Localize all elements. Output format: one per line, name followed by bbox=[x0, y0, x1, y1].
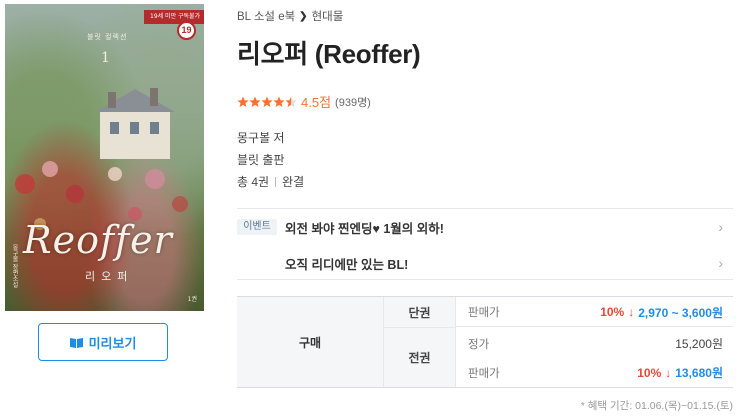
star-icon bbox=[249, 96, 261, 107]
book-open-icon bbox=[69, 337, 83, 348]
rating-count: (939명) bbox=[335, 96, 371, 109]
preview-button-label: 미리보기 bbox=[88, 335, 137, 351]
purchase-table: 구매 단권 전권 판매가 10% ↓ 2,970 ~ 3,600원 정가 15,… bbox=[237, 296, 733, 388]
full-regular-price-row: 정가 15,200원 bbox=[456, 329, 733, 358]
divider bbox=[275, 176, 277, 187]
sale-price-label: 판매가 bbox=[468, 367, 500, 380]
event-tag: 이벤트 bbox=[237, 219, 277, 235]
book-title: 리오퍼 (Reoffer) bbox=[237, 39, 421, 69]
down-arrow-icon: ↓ bbox=[665, 365, 672, 380]
down-arrow-icon: ↓ bbox=[628, 305, 635, 319]
sale-price: 2,970 ~ 3,600원 bbox=[638, 305, 723, 320]
rating-score: 4.5점 bbox=[301, 95, 332, 110]
cover-volume-number: 1 bbox=[101, 50, 110, 66]
age-19-badge: 19 bbox=[177, 21, 196, 40]
benefit-period-note: * 혜택 기간: 01.06.(목)~01.15.(토) bbox=[580, 400, 733, 412]
chevron-right-icon: › bbox=[718, 219, 723, 235]
full-sale-price-row: 판매가 10% ↓ 13,680원 bbox=[456, 358, 733, 387]
cover-title-art: Reoffer bbox=[23, 218, 173, 262]
single-volume-label: 단권 bbox=[384, 297, 456, 328]
star-icon bbox=[273, 96, 285, 107]
full-set-label: 전권 bbox=[384, 328, 456, 387]
sale-price-label: 판매가 bbox=[468, 307, 500, 319]
preview-button[interactable]: 미리보기 bbox=[38, 323, 168, 361]
cover-series-text: 블릿 컬렉션 bbox=[87, 33, 128, 41]
event-row[interactable]: 이벤트 외전 봐야 찐엔딩♥ 1월의 외하! › bbox=[237, 209, 733, 245]
volume-info: 총 4권 완결 bbox=[237, 173, 304, 190]
volume-count: 총 4권 bbox=[237, 175, 270, 189]
series-status: 완결 bbox=[282, 175, 305, 189]
publisher[interactable]: 블릿 출판 bbox=[237, 151, 285, 168]
regular-price: 15,200원 bbox=[675, 337, 723, 351]
regular-price-label: 정가 bbox=[468, 338, 490, 351]
cover-side-text: 몽구볼 장편소설 bbox=[11, 244, 18, 288]
cover-house-art bbox=[95, 88, 175, 159]
breadcrumb-subcategory[interactable]: 현대물 bbox=[312, 8, 344, 24]
breadcrumb: BL 소설 e북 ❯ 현대물 bbox=[237, 8, 343, 24]
rating-stars bbox=[237, 96, 297, 108]
event-list: 이벤트 외전 봐야 찐엔딩♥ 1월의 외하! › 오직 리디에만 있는 BL! … bbox=[237, 208, 733, 280]
full-sale-price: 10% ↓ 13,680원 bbox=[637, 364, 723, 381]
event-text: 오직 리디에만 있는 BL! bbox=[285, 257, 409, 272]
event-row[interactable]: 오직 리디에만 있는 BL! › bbox=[237, 245, 733, 281]
single-sale-price: 10% ↓ 2,970 ~ 3,600원 bbox=[600, 304, 723, 321]
sale-price: 13,680원 bbox=[675, 366, 723, 380]
cover-subtitle: 리오퍼 bbox=[85, 270, 134, 283]
chevron-right-icon: › bbox=[718, 255, 723, 271]
star-icon bbox=[261, 96, 273, 107]
discount-rate: 10% bbox=[600, 305, 625, 319]
cover-corner-text: 1권 bbox=[187, 296, 197, 303]
breadcrumb-category[interactable]: BL 소설 e북 bbox=[237, 8, 295, 24]
star-icon bbox=[237, 96, 249, 107]
author[interactable]: 몽구볼 저 bbox=[237, 129, 285, 146]
discount-rate: 10% bbox=[637, 365, 662, 380]
single-sale-price-row: 판매가 10% ↓ 2,970 ~ 3,600원 bbox=[456, 298, 733, 327]
star-half-icon bbox=[285, 96, 297, 107]
purchase-header: 구매 bbox=[237, 297, 384, 387]
age-restriction-band: 19세 미만 구독불가 bbox=[144, 10, 204, 24]
event-text: 외전 봐야 찐엔딩♥ 1월의 외하! bbox=[285, 221, 444, 236]
rating[interactable]: 4.5점 (939명) bbox=[237, 92, 371, 111]
chevron-right-icon: ❯ bbox=[299, 10, 308, 22]
age-restriction-text: 19세 미만 구독불가 bbox=[150, 13, 201, 20]
book-cover[interactable]: 19세 미만 구독불가 19 블릿 컬렉션 1 Reoffer 리오퍼 몽구볼 … bbox=[5, 4, 204, 311]
